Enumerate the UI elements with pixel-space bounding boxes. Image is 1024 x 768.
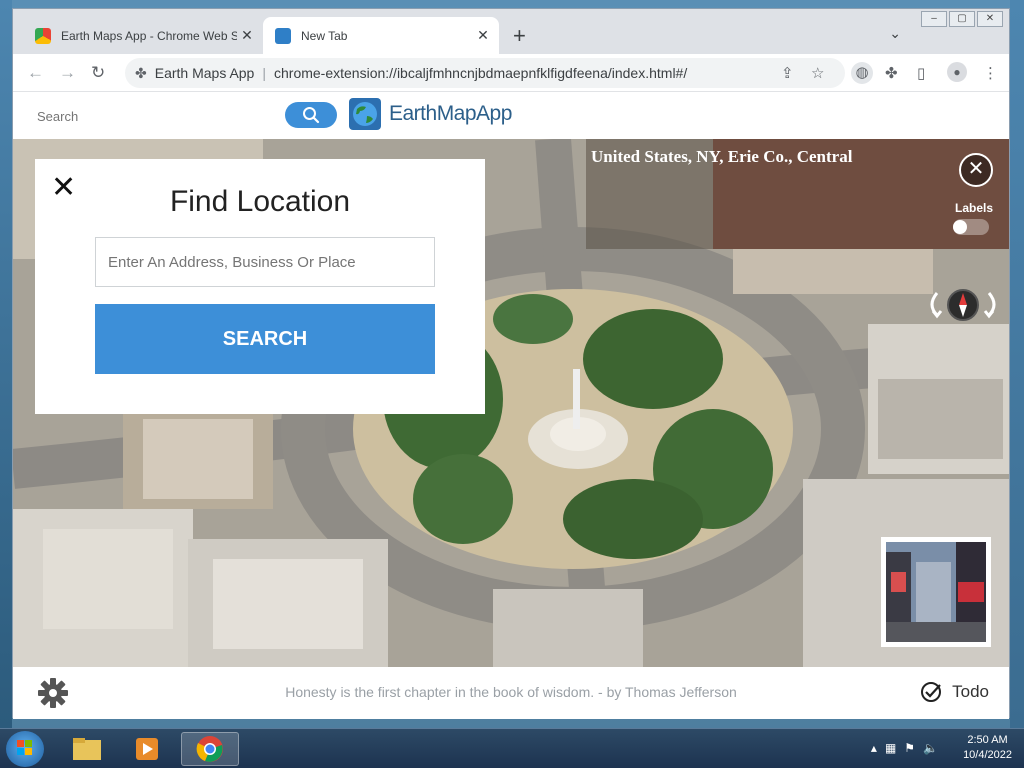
app-header: EarthMapApp bbox=[13, 92, 1009, 139]
desktop-background-left bbox=[0, 0, 12, 728]
chevron-down-icon[interactable]: ⌄ bbox=[889, 25, 901, 42]
address-bar[interactable]: ✤ Earth Maps App | chrome-extension://ib… bbox=[125, 58, 845, 88]
kebab-menu-icon[interactable]: ⋮ bbox=[983, 64, 998, 82]
search-button[interactable] bbox=[285, 102, 337, 128]
share-icon[interactable]: ⇪ bbox=[781, 64, 794, 82]
check-circle-icon bbox=[921, 682, 942, 702]
new-tab-icon[interactable]: + bbox=[513, 23, 526, 49]
address-input[interactable] bbox=[95, 237, 435, 287]
tab-close-icon[interactable]: ✕ bbox=[473, 27, 493, 44]
extensions-icon[interactable]: ✤ bbox=[885, 64, 898, 82]
todo-label: Todo bbox=[952, 682, 989, 701]
media-player-icon bbox=[136, 738, 158, 760]
panel-title: Find Location bbox=[169, 185, 351, 218]
chrome-icon bbox=[196, 736, 223, 762]
maximize-icon[interactable]: ▢ bbox=[949, 11, 975, 27]
taskbar: ▴ ▦ ⚑ 🔈 2:50 AM 10/4/2022 bbox=[0, 728, 1024, 768]
earth-maps-icon bbox=[275, 27, 291, 44]
close-window-icon[interactable]: ✕ bbox=[977, 11, 1003, 27]
search-input[interactable] bbox=[27, 102, 283, 130]
labels-toggle[interactable] bbox=[953, 219, 989, 235]
rotate-right-icon bbox=[983, 292, 996, 319]
tab-label: New Tab bbox=[301, 28, 348, 43]
show-hidden-icons[interactable]: ▴ bbox=[871, 741, 877, 755]
rotate-left-icon bbox=[930, 292, 943, 319]
compass-control[interactable] bbox=[923, 285, 1003, 325]
taskbar-chrome[interactable] bbox=[181, 732, 239, 766]
tab-chrome-web-store[interactable]: Earth Maps App - Chrome Web Store ✕ bbox=[25, 17, 263, 54]
labels-toggle-label: Labels bbox=[955, 201, 994, 215]
map-view[interactable]: ✕ Find Location SEARCH United States, NY… bbox=[13, 139, 1009, 667]
tab-new-tab[interactable]: New Tab ✕ bbox=[263, 17, 499, 54]
find-search-button[interactable]: SEARCH bbox=[95, 304, 435, 374]
window-controls: – ▢ ✕ bbox=[921, 11, 1003, 27]
map-close-icon[interactable]: ✕ bbox=[959, 153, 993, 187]
folder-icon bbox=[73, 738, 101, 760]
find-location-panel: ✕ Find Location SEARCH bbox=[35, 159, 485, 414]
url-text: chrome-extension://ibcaljfmhncnjbdmaepnf… bbox=[274, 65, 688, 81]
app-footer: Honesty is the first chapter in the book… bbox=[13, 667, 1009, 719]
brand-name: EarthMapApp bbox=[389, 102, 512, 125]
bookmark-star-icon[interactable]: ☆ bbox=[811, 64, 824, 82]
taskbar-media-player[interactable] bbox=[118, 732, 176, 766]
windows-logo-icon bbox=[17, 740, 32, 755]
globe-icon bbox=[349, 98, 381, 130]
clock-time: 2:50 AM bbox=[967, 734, 1008, 746]
location-info-overlay: United States, NY, Erie Co., Central bbox=[586, 139, 1009, 249]
clock[interactable]: 2:50 AM 10/4/2022 bbox=[963, 733, 1012, 763]
separator: | bbox=[262, 65, 266, 81]
street-view-thumbnail[interactable] bbox=[881, 537, 991, 647]
browser-window: Earth Maps App - Chrome Web Store ✕ New … bbox=[12, 8, 1010, 719]
start-button[interactable] bbox=[6, 731, 44, 767]
desktop-background-right bbox=[1010, 0, 1024, 728]
tab-label: Earth Maps App - Chrome Web Store bbox=[61, 28, 237, 43]
earth-maps-extension-icon[interactable]: ◍ bbox=[851, 62, 873, 84]
browser-toolbar: ← → ↻ ✤ Earth Maps App | chrome-extensio… bbox=[13, 54, 1009, 92]
chrome-web-store-icon bbox=[35, 27, 51, 44]
reload-icon[interactable]: ↻ bbox=[91, 63, 105, 83]
street-view-image bbox=[886, 542, 986, 642]
tab-close-icon[interactable]: ✕ bbox=[237, 27, 257, 44]
taskbar-file-explorer[interactable] bbox=[58, 732, 116, 766]
volume-icon[interactable]: 🔈 bbox=[923, 741, 938, 755]
todo-button[interactable]: Todo bbox=[920, 681, 989, 703]
network-icon[interactable]: ▦ bbox=[885, 741, 896, 755]
side-panel-icon[interactable]: ▯ bbox=[917, 64, 925, 82]
extension-name: Earth Maps App bbox=[154, 65, 255, 81]
location-label: United States, NY, Erie Co., Central bbox=[591, 147, 853, 166]
system-tray: ▴ ▦ ⚑ 🔈 bbox=[871, 741, 938, 755]
tab-bar: Earth Maps App - Chrome Web Store ✕ New … bbox=[13, 9, 1009, 54]
action-center-icon[interactable]: ⚑ bbox=[904, 741, 915, 755]
back-icon[interactable]: ← bbox=[27, 63, 44, 83]
toggle-knob bbox=[953, 220, 967, 234]
earth-maps-app: EarthMapApp bbox=[13, 92, 1009, 719]
forward-icon[interactable]: → bbox=[59, 63, 76, 83]
clock-date: 10/4/2022 bbox=[963, 749, 1012, 761]
quote-text: Honesty is the first chapter in the book… bbox=[285, 684, 737, 700]
search-icon bbox=[303, 107, 320, 124]
minimize-icon[interactable]: – bbox=[921, 11, 947, 27]
profile-avatar-icon[interactable]: ● bbox=[947, 62, 967, 82]
puzzle-icon: ✤ bbox=[135, 64, 147, 81]
brand-logo: EarthMapApp bbox=[349, 98, 512, 130]
